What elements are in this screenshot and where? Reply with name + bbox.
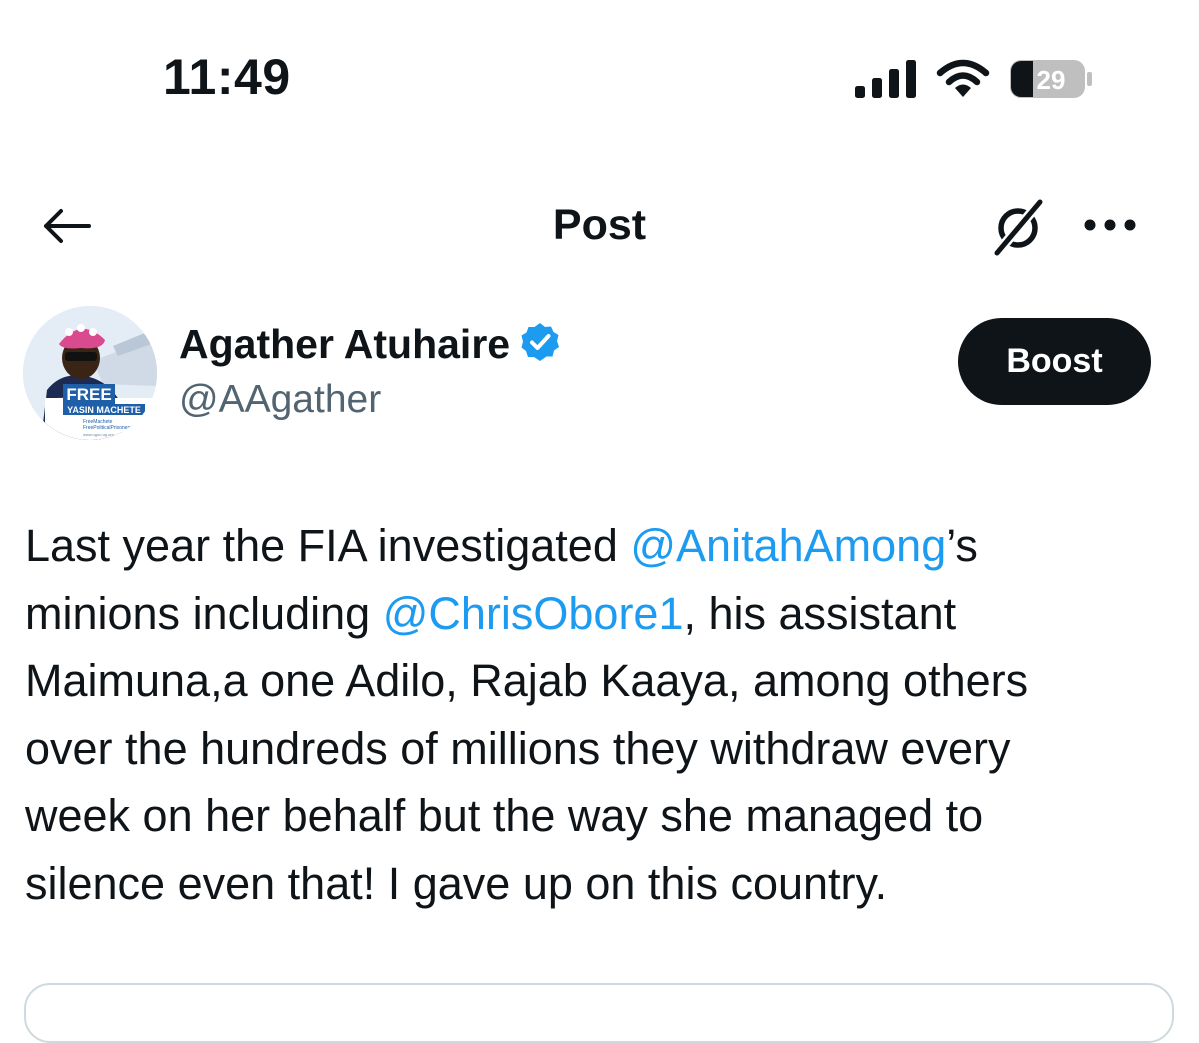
mention-link-anitahamong[interactable]: @AnitahAmong (630, 520, 946, 571)
avatar-name-text: YASIN MACHETE (67, 405, 141, 415)
post-text-segment: Last year the FIA investigated (25, 520, 631, 571)
grok-icon (989, 196, 1049, 262)
author-name-row[interactable]: Agather Atuhaire (179, 321, 560, 367)
status-time: 11:49 (163, 49, 291, 105)
grok-button[interactable] (986, 196, 1052, 262)
post-line: over the hundreds of millions they withd… (25, 722, 1011, 774)
post-text-segment: , his assistant (683, 587, 957, 639)
post-line: Maimuna,a one Adilo, Rajab Kaaya, among … (25, 655, 1029, 706)
signal-icon (855, 60, 917, 98)
post-line: minions including @ChrisObore1, his assi… (25, 580, 1175, 648)
post-text-segment: ’s (946, 520, 978, 571)
avatar-website: www.ugoo.ug.org (83, 432, 114, 437)
avatar[interactable]: FREE YASIN MACHETE FreeMachete FreePolit… (23, 306, 157, 440)
avatar-hashtag-2: FreePoliticalPrisonersInUg (83, 425, 142, 431)
avatar-free-text: FREE (66, 385, 111, 404)
post-text: Last year the FIA investigated @AnitahAm… (25, 512, 1175, 917)
mention-link-chrisobore1[interactable]: @ChrisObore1 (383, 588, 684, 639)
post-text-segment: minions including (25, 587, 383, 639)
avatar-image: FREE YASIN MACHETE FreeMachete FreePolit… (23, 306, 157, 440)
wifi-icon (935, 59, 991, 99)
more-options-button[interactable] (1079, 205, 1141, 249)
status-icons: 29 (855, 58, 1095, 100)
author-handle[interactable]: @AAgather (179, 378, 381, 422)
battery-icon: 29 (1009, 59, 1095, 99)
post-line: Last year the FIA investigated @AnitahAm… (25, 512, 1175, 580)
post-line: week on her behalf but the way she manag… (25, 790, 984, 841)
verified-badge-icon (520, 322, 560, 367)
author-name: Agather Atuhaire (179, 321, 511, 367)
boost-button[interactable]: Boost (958, 318, 1151, 405)
battery-level: 29 (1037, 65, 1066, 95)
post-line: silence even that! I gave up on this cou… (25, 857, 888, 909)
quoted-card[interactable] (24, 983, 1174, 1043)
more-horizontal-icon (1083, 218, 1137, 237)
